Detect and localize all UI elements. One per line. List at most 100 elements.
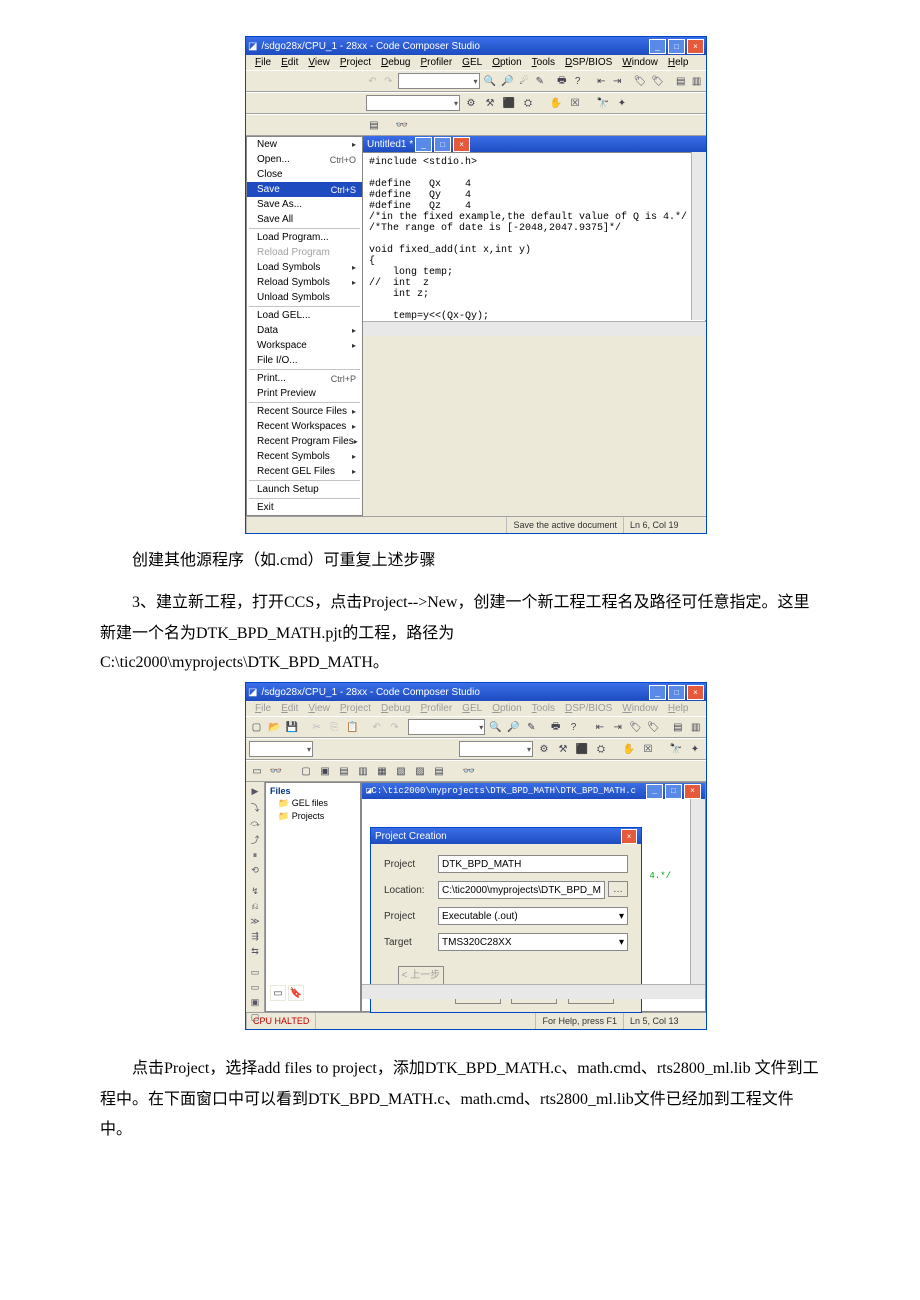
replace-icon[interactable]: ✎ [533,73,546,89]
editor-minimize-button[interactable]: _ [415,137,432,152]
menu-item-workspace[interactable]: Workspace [247,338,362,353]
menu-file[interactable]: File [250,702,276,715]
menu-item-launch-setup[interactable]: Launch Setup [247,482,362,497]
input-location[interactable]: C:\tic2000\myprojects\DTK_BPD_M [438,881,605,899]
image-icon[interactable]: ▣ [248,997,262,1008]
bookmark-next-icon[interactable]: 🏷 [650,73,665,89]
browse-button[interactable]: … [608,881,628,897]
menu-project[interactable]: Project [335,56,376,69]
help-icon[interactable]: ? [566,719,581,735]
incbuild-icon[interactable]: ⛭ [593,741,609,757]
animate-icon[interactable]: ↯ [248,886,262,897]
build-icon[interactable]: ⚙ [463,95,479,111]
editor2-vscroll[interactable] [690,799,705,985]
win-icon-6[interactable]: ▧ [393,763,409,779]
bookmark-icon[interactable]: 🏷 [628,719,643,735]
config-combo[interactable]: ▾ [366,95,460,111]
menu-item-recent-src[interactable]: Recent Source Files [247,404,362,419]
indent-inc-icon[interactable]: ⇥ [611,73,624,89]
maximize-button[interactable]: □ [668,685,685,700]
menu-item-recent-gel[interactable]: Recent GEL Files [247,464,362,479]
findnext-icon[interactable]: 🔎 [500,73,514,89]
indent-inc-icon[interactable]: ⇥ [610,719,625,735]
menu-window[interactable]: Window [617,702,663,715]
save-icon[interactable]: 💾 [285,719,300,735]
help-icon[interactable]: ? [571,73,584,89]
menu-item-save[interactable]: SaveCtrl+S [247,182,362,197]
minimize-button[interactable]: _ [649,39,666,54]
minimize-button[interactable]: _ [649,685,666,700]
win-icon-1[interactable]: ▢ [298,763,314,779]
findnext-icon[interactable]: 🔎 [506,719,521,735]
menu-item-exit[interactable]: Exit [247,500,362,515]
stop-build-icon[interactable]: ⬛ [501,95,517,111]
reset-icon[interactable]: ⟲ [248,865,262,876]
stopbuild-icon[interactable]: ⬛ [574,741,590,757]
tree-projects[interactable]: 📁 Projects [268,810,358,823]
menu-debug[interactable]: Debug [376,56,415,69]
search-combo-2[interactable]: ▾ [408,719,485,735]
menu-item-new[interactable]: New [247,137,362,152]
breakpoint-icon[interactable]: ✋ [548,95,564,111]
menu-gel[interactable]: GEL [457,702,487,715]
menu-view[interactable]: View [303,56,335,69]
menu-item-load-gel[interactable]: Load GEL... [247,308,362,323]
build-icon[interactable]: ⚙ [536,741,552,757]
indent-dec-icon[interactable]: ⇤ [593,719,608,735]
step-over-icon[interactable]: ⤼ [248,818,262,829]
zoom-icon[interactable]: 🔭 [668,741,684,757]
project-tree[interactable]: Files 📁 GEL files 📁 Projects ▭ 🔖 [265,782,361,1012]
win-icon-2[interactable]: ▣ [317,763,333,779]
horizontal-scrollbar[interactable] [363,321,706,336]
undo-icon[interactable]: ↶ [366,73,379,89]
watch-icon[interactable]: 👓 [394,117,410,133]
menu-option[interactable]: Option [487,702,526,715]
menu-project[interactable]: Project [335,702,376,715]
menu-item-recent-sym[interactable]: Recent Symbols [247,449,362,464]
menu-profiler[interactable]: Profiler [415,702,457,715]
undo-icon[interactable]: ↶ [369,719,384,735]
menu-option[interactable]: Option [487,56,526,69]
toggled-icon[interactable]: ⎌ [248,901,262,912]
editor2-minimize[interactable]: _ [646,784,663,799]
menu-tools[interactable]: Tools [527,702,560,715]
redo-icon[interactable]: ↷ [382,73,395,89]
menu-item-data[interactable]: Data [247,323,362,338]
tree-tab-2[interactable]: 🔖 [288,985,304,1001]
find-icon[interactable]: 🔍 [483,73,497,89]
input-project-name[interactable]: DTK_BPD_MATH [438,855,628,873]
indent-icon[interactable]: ▥ [688,719,703,735]
incbuild-icon[interactable]: ⛭ [520,95,536,111]
asm-step-icon[interactable]: ⇶ [248,931,262,942]
cfg-combo-2[interactable]: ▾ [249,741,313,757]
step-out-icon[interactable]: ⤴ [248,833,262,846]
win-icon-4[interactable]: ▥ [355,763,371,779]
editor2-close[interactable]: × [684,784,701,799]
menu-profiler[interactable]: Profiler [415,56,457,69]
menu-window[interactable]: Window [617,56,663,69]
dialog-close-button[interactable]: × [621,829,637,844]
win-icon-5[interactable]: ▦ [374,763,390,779]
registers-icon[interactable]: ▤ [431,763,447,779]
tree-files[interactable]: Files [268,785,358,797]
tree-tab-1[interactable]: ▭ [270,985,286,1001]
menu-debug[interactable]: Debug [376,702,415,715]
bookmark-icon[interactable]: 🏷 [633,73,648,89]
vertical-scrollbar[interactable] [691,152,706,320]
tree-gel-files[interactable]: 📁 GEL files [268,797,358,810]
indent-icon[interactable]: ▥ [690,73,703,89]
search-combo[interactable]: ▾ [398,73,480,89]
editor-maximize-button[interactable]: □ [434,137,451,152]
menu-edit[interactable]: Edit [276,56,303,69]
menu-help[interactable]: Help [663,702,694,715]
bp2-icon[interactable]: ☒ [640,741,656,757]
zoom2-icon[interactable]: ✦ [687,741,703,757]
rebuild-icon[interactable]: ⚒ [482,95,498,111]
zoom2-icon[interactable]: ✦ [614,95,630,111]
menu-item-recent-ws[interactable]: Recent Workspaces [247,419,362,434]
step-into-icon[interactable]: ⤵ [248,801,262,814]
menu-tools[interactable]: Tools [527,56,560,69]
menu-item-load-symbols[interactable]: Load Symbols [247,260,362,275]
src-step-icon[interactable]: ≫ [248,916,262,927]
menu-gel[interactable]: GEL [457,56,487,69]
